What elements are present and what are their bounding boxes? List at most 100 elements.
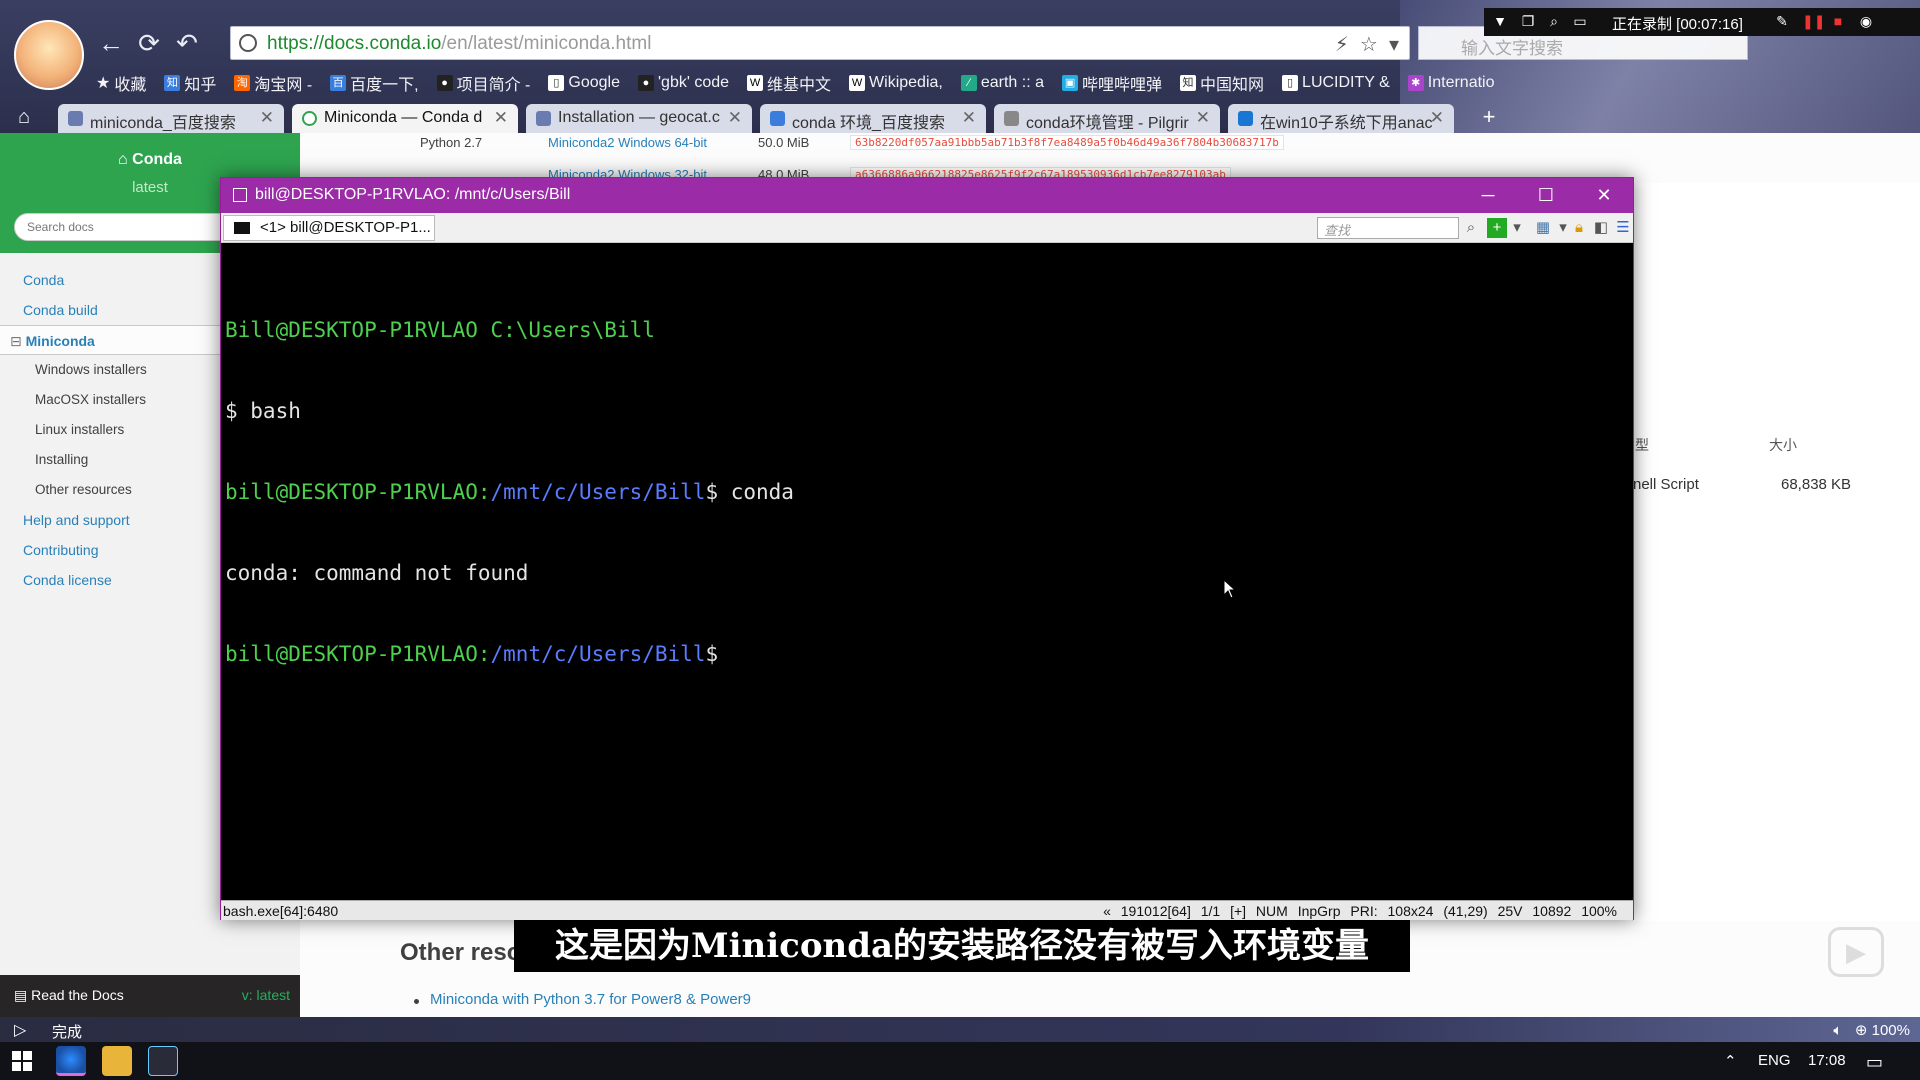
tab-miniconda-docs[interactable]: Miniconda — Conda d ✕ [292,104,518,133]
power-installer-link[interactable]: Miniconda with Python 3.7 for Power8 & P… [430,991,751,1008]
maximize-icon[interactable]: ☐ [1517,178,1575,213]
close-icon[interactable]: ✕ [494,108,508,128]
dropdown-icon[interactable]: ▼ [1492,13,1508,29]
new-console-icon[interactable]: + [1487,218,1507,238]
file-explorer-icon[interactable] [102,1046,132,1076]
column-size[interactable]: 大小 [1769,435,1797,455]
lightning-icon[interactable]: ⚡ [1335,34,1349,56]
browser-statusbar: ▷ 完成 🔈︎ ⊕ 100% [0,1017,1920,1042]
file-type: nell Script [1633,476,1699,493]
zoom-level[interactable]: 🔈︎ ⊕ 100% [1833,1021,1910,1039]
back-icon[interactable]: ← [96,28,126,58]
layout-icon[interactable]: ▦ [1533,218,1553,238]
notification-icon[interactable]: ▭ [1866,1052,1883,1073]
address-bar[interactable]: https://docs.conda.io/en/latest/minicond… [230,26,1410,60]
page-icon: ▯ [1282,75,1299,91]
bookmark-item[interactable]: ▣ 哔哩哔哩弹 [1062,70,1162,96]
close-icon[interactable]: ✕ [1575,178,1633,213]
bookmark-item[interactable]: ✱ Internatio [1407,70,1495,96]
installer-link[interactable]: Miniconda2 Windows 64-bit [548,135,707,150]
tab-installation-geocat[interactable]: Installation — geocat.c ✕ [526,104,752,133]
refresh-icon[interactable]: ⟳ [134,28,164,58]
bookmark-item[interactable]: ∕ earth :: a [960,70,1044,96]
play-icon[interactable]: ▷ [14,1020,26,1040]
search-icon[interactable]: ⌕ [1461,218,1481,238]
menu-icon[interactable]: ☰ [1613,218,1633,238]
windows-start-icon[interactable] [12,1051,32,1071]
volume-icon[interactable]: 🔈︎ [1833,1022,1842,1039]
close-icon[interactable]: ✕ [260,108,274,128]
undo-icon[interactable]: ↶ [172,28,202,58]
zoom-icon: ⊕ [1854,1022,1868,1039]
bookmark-item[interactable]: ●'gbk' code [637,70,729,96]
tab-conda-env-baidu[interactable]: conda 环境_百度搜索 ✕ [760,104,986,133]
terminal-app-icon[interactable] [148,1046,178,1076]
tab-miniconda-baidu[interactable]: miniconda_百度搜索 ✕ [58,104,284,133]
stop-icon[interactable]: ■ [1830,13,1846,29]
recording-status: 正在录制 [00:07:16] [1612,16,1743,33]
find-input[interactable]: 查找 [1317,217,1459,239]
window-icon[interactable]: ❐ [1520,13,1536,29]
column-type[interactable]: 型 [1635,435,1649,455]
input-language[interactable]: ENG [1758,1052,1791,1069]
terminal-output[interactable]: Bill@DESKTOP-P1RVLAO C:\Users\Bill $ bas… [221,243,1633,900]
url-text[interactable]: https://docs.conda.io/en/latest/minicond… [267,33,651,55]
camera-icon[interactable]: ◉ [1858,13,1874,29]
table-icon [536,111,551,126]
minimize-icon[interactable]: ─ [1459,178,1517,213]
bookmark-item[interactable]: ▯ LUCIDITY & [1282,70,1390,96]
bookmark-item[interactable]: ● 项目简介 - [436,70,530,96]
zoom-icon[interactable]: ⌕ [1546,13,1562,29]
bookmarks-bar: ★ 收藏 知知乎 淘淘宝网 - 百百度一下, ● 项目简介 - ▯ Google ● '… [96,70,1495,96]
bookmark-item[interactable]: 知知乎 [164,70,216,96]
close-icon[interactable]: ✕ [1196,108,1210,128]
home-icon[interactable]: ⌂ [18,106,30,129]
chevron-down-icon[interactable]: ▾ [1389,34,1399,56]
chevron-up-icon[interactable]: ⌃ [1724,1052,1737,1070]
pause-icon[interactable]: ❚❚ [1802,13,1825,29]
project-link[interactable]: ⌂ Conda [0,151,300,169]
clock[interactable]: 17:08 [1808,1052,1846,1069]
installer-table: Python 2.7 Miniconda2 Windows 64-bit 50.… [400,133,1800,183]
new-tab-button[interactable]: + [1474,106,1504,130]
console-icon [234,222,250,234]
edge-icon [1238,111,1253,126]
rtd-version-footer[interactable]: ▤ Read the Docs v: latest [0,975,300,1017]
terminal-tab[interactable]: <1> bill@DESKTOP-P1... [223,215,435,241]
bookmark-item[interactable]: 知中国知网 [1180,70,1264,96]
windows-taskbar: ⌃ ENG 17:08 ▭ [0,1042,1920,1080]
sha256-hash: 63b8220df057aa91bbb5ab71b3f8f7ea8489a5f0… [850,135,1284,150]
github-icon: ● [637,75,654,91]
crop-icon[interactable]: ▭ [1572,13,1588,29]
panel-icon[interactable]: ◧ [1591,218,1611,238]
url-actions: ⚡ ☆ ▾ [1335,32,1399,57]
bookmark-item[interactable]: W 维基中文 [747,70,831,96]
chevron-down-icon[interactable]: ▾ [1507,218,1527,238]
browser-app-icon[interactable] [56,1046,86,1076]
bookmark-item[interactable]: 百百度一下, [330,70,419,96]
collapse-icon[interactable]: ⊟ [10,333,22,349]
file-explorer-window: 型 大小 nell Script 68,838 KB [1632,183,1920,921]
video-play-icon[interactable]: ▶ [1828,927,1884,977]
tab-conda-env-manage[interactable]: conda环境管理 - Pilgrir ✕ [994,104,1220,133]
pen-icon[interactable]: ✎ [1774,13,1790,29]
bookmark-item[interactable]: 淘淘宝网 - [234,70,312,96]
terminal-line: bill@DESKTOP-P1RVLAO:/mnt/c/Users/Bill$ … [225,480,794,504]
tab-win10-subsystem[interactable]: 在win10子系统下用anac ✕ [1228,104,1454,133]
terminal-window: bill@DESKTOP-P1RVLAO: /mnt/c/Users/Bill … [220,177,1634,920]
bookmark-item[interactable]: ▯ Google [548,70,620,96]
star-icon[interactable]: ☆ [1360,34,1378,56]
baidu-icon: 百 [330,75,347,91]
bookmark-item[interactable]: W Wikipedia, [849,70,943,96]
security-icon[interactable] [239,34,257,52]
avatar[interactable] [14,20,84,90]
browser-toolbar: ← ⟳ ↶ https://docs.conda.io/en/latest/mi… [0,0,1920,133]
load-status: 完成 [52,1024,83,1041]
terminal-titlebar[interactable]: bill@DESKTOP-P1RVLAO: /mnt/c/Users/Bill … [221,178,1633,213]
close-icon[interactable]: ✕ [728,108,742,128]
asterisk-icon: ✱ [1407,75,1424,91]
close-icon[interactable]: ✕ [1430,108,1444,128]
lock-icon[interactable]: 🔒︎ [1569,218,1589,238]
close-icon[interactable]: ✕ [962,108,976,128]
bookmark-item[interactable]: ★ 收藏 [96,70,146,96]
